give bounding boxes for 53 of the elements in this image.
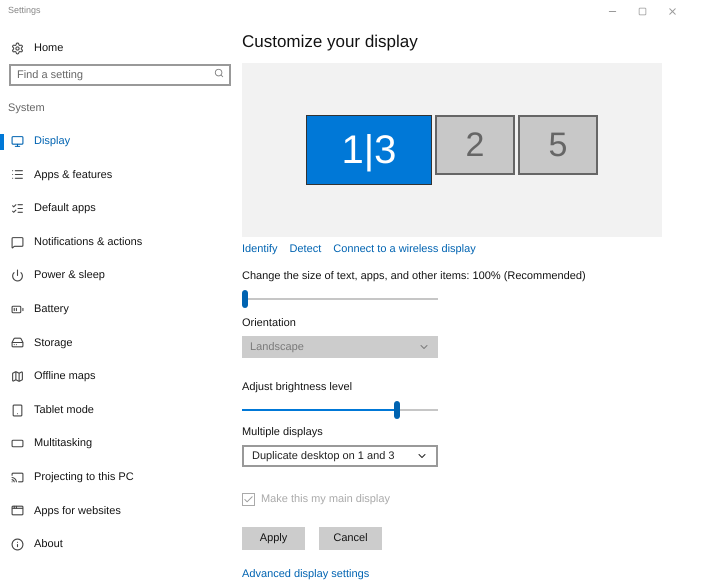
slider-thumb[interactable] [242, 290, 248, 308]
brightness-label: Adjust brightness level [242, 380, 354, 395]
search-field[interactable]: Find a setting [9, 64, 231, 86]
sidebar-item[interactable]: Apps & features [0, 158, 240, 192]
maximize-icon[interactable] [638, 6, 647, 16]
multiple-displays-label: Multiple displays [242, 424, 324, 440]
sidebar-item[interactable]: Notifications & actions [0, 225, 240, 259]
home-link[interactable]: Home [34, 40, 64, 56]
app-window-icon [11, 504, 24, 518]
scale-label: Change the size of text, apps, and other items: 100% (Recommended) [242, 269, 587, 284]
sidebar-item[interactable]: Storage [0, 326, 240, 360]
sidebar-item[interactable]: Multitasking [0, 426, 240, 460]
close-icon[interactable] [667, 6, 678, 16]
search-icon [214, 68, 224, 78]
slider-thumb[interactable] [394, 400, 400, 418]
slider[interactable] [242, 288, 438, 308]
sidebar-item[interactable]: Projecting to this PC [0, 460, 240, 494]
message-icon [11, 236, 24, 249]
battery-icon [11, 302, 24, 316]
sidebar-item[interactable]: About [0, 528, 240, 562]
check-icon [243, 494, 254, 505]
map-icon [11, 370, 24, 383]
monitor-tile[interactable]: 1|3 [306, 115, 432, 185]
action-button[interactable]: Cancel [319, 526, 382, 550]
info-icon [11, 538, 24, 551]
sidebar-item[interactable]: Offline maps [0, 360, 240, 394]
monitor-icon [11, 134, 24, 148]
link[interactable]: Connect to a wireless display [333, 240, 476, 258]
rectangle-icon [11, 437, 24, 450]
sidebar-item[interactable]: Display [0, 124, 240, 158]
page-title: Customize your display [242, 31, 419, 53]
dropdown[interactable]: Duplicate desktop on 1 and 3 [242, 445, 438, 467]
advanced-link[interactable]: Advanced display settings [242, 566, 662, 582]
slider[interactable] [242, 400, 438, 420]
power-icon [11, 269, 24, 282]
action-button[interactable]: Apply [242, 526, 305, 550]
section-heading: System [7, 101, 46, 116]
cast-icon [11, 470, 24, 484]
link[interactable]: Identify [242, 240, 278, 258]
drive-icon [11, 336, 24, 350]
sidebar-item[interactable]: Default apps [0, 192, 240, 226]
sidebar-item[interactable]: Apps for websites [0, 494, 240, 528]
link[interactable]: Detect [289, 240, 322, 258]
window-title: Settings [8, 4, 41, 18]
list-icon [11, 168, 24, 182]
sidebar-item[interactable]: Battery [0, 292, 240, 326]
settings-icon [11, 42, 24, 54]
checkbox-label: Make this my main display [261, 492, 390, 507]
sidebar-item[interactable]: Power & sleep [0, 258, 240, 292]
sidebar-item[interactable]: Tablet mode [0, 393, 240, 427]
tablet-icon [11, 404, 24, 417]
checklist-icon [11, 202, 24, 215]
orientation-label: Orientation [242, 316, 297, 330]
